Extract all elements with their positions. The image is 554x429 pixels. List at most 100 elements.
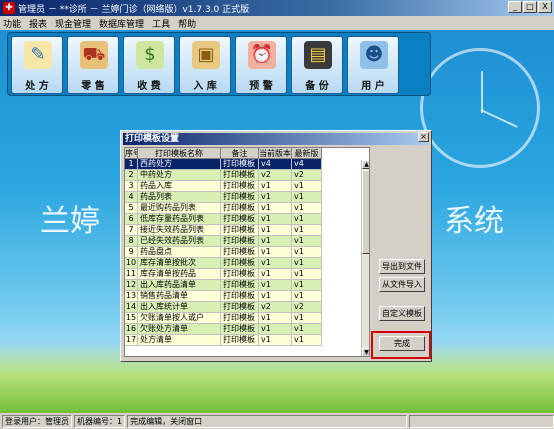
- table-cell: v1: [259, 225, 292, 236]
- table-cell: 11: [125, 269, 138, 280]
- table-row[interactable]: 6 低库存量药品列表 打印模板 v1 v1: [125, 214, 369, 225]
- table-cell: 打印模板: [221, 302, 259, 313]
- menu-help[interactable]: 帮助: [178, 17, 196, 30]
- table-row[interactable]: 8 已经失效药品列表 打印模板 v1 v1: [125, 236, 369, 247]
- table-row[interactable]: 4 药品列表 打印模板 v1 v1: [125, 192, 369, 203]
- column-header[interactable]: 序号: [125, 148, 138, 159]
- done-button[interactable]: 完成: [379, 336, 425, 351]
- table-row[interactable]: 7 接近失效药品列表 打印模板 v1 v1: [125, 225, 369, 236]
- column-header[interactable]: 当前版本: [259, 148, 292, 159]
- table-cell: v2: [292, 302, 322, 313]
- table-row[interactable]: 1 西药处方 打印模板 v4 v4: [125, 159, 369, 170]
- warning-button[interactable]: ⏰ 预 警: [235, 36, 287, 94]
- table-cell: 打印模板: [221, 269, 259, 280]
- delivery-truck-icon: ▣: [192, 41, 220, 69]
- stock-in-button[interactable]: ▣ 入 库: [179, 36, 231, 94]
- scroll-down-arrow-icon[interactable]: ▼: [362, 348, 369, 356]
- prescription-button[interactable]: ✎ 处 方: [11, 36, 63, 94]
- menu-cash[interactable]: 现金管理: [55, 17, 91, 30]
- close-button[interactable]: X: [538, 1, 552, 13]
- table-cell: 14: [125, 302, 138, 313]
- table-cell: 16: [125, 324, 138, 335]
- prescription-label: 处 方: [25, 81, 49, 92]
- table-cell: v1: [292, 291, 322, 302]
- table-cell: 6: [125, 214, 138, 225]
- import-from-file-button[interactable]: 从文件导入: [379, 277, 425, 292]
- minimize-button[interactable]: _: [508, 1, 522, 13]
- clock-decoration: [420, 48, 540, 168]
- table-row[interactable]: 17 处方清单 打印模板 v1 v1: [125, 335, 369, 346]
- table-cell: 打印模板: [221, 291, 259, 302]
- table-row[interactable]: 15 欠账清单按人或户 打印模板 v1 v1: [125, 313, 369, 324]
- table-cell: 已经失效药品列表: [138, 236, 221, 247]
- custom-template-button[interactable]: 自定义模板: [379, 306, 425, 321]
- maximize-button[interactable]: □: [523, 1, 537, 13]
- table-cell: 药品盘点: [138, 247, 221, 258]
- table-cell: v1: [292, 280, 322, 291]
- user-button[interactable]: ☻ 用 户: [347, 36, 399, 94]
- table-cell: v1: [259, 258, 292, 269]
- table-cell: v2: [259, 170, 292, 181]
- menu-tools[interactable]: 工具: [152, 17, 170, 30]
- table-cell: v1: [292, 192, 322, 203]
- status-message: 完成编辑，关闭窗口: [127, 414, 408, 428]
- charge-button[interactable]: $ 收 费: [123, 36, 175, 94]
- table-cell: 9: [125, 247, 138, 258]
- column-header[interactable]: 备注: [221, 148, 259, 159]
- retail-button[interactable]: ⛟ 零 售: [67, 36, 119, 94]
- table-cell: v4: [259, 159, 292, 170]
- status-user: 登录用户：管理员: [2, 414, 72, 428]
- table-cell: 销售药品清单: [138, 291, 221, 302]
- export-to-file-button[interactable]: 导出到文件: [379, 259, 425, 274]
- window-title: 管理员 － **诊所 － 兰婷门诊（网络版）v1.7.3.0 正式版: [18, 4, 250, 15]
- table-cell: 3: [125, 181, 138, 192]
- charge-label: 收 费: [137, 81, 161, 92]
- table-cell: 打印模板: [221, 170, 259, 181]
- table-cell: 库存清单按批次: [138, 258, 221, 269]
- table-cell: 10: [125, 258, 138, 269]
- table-row[interactable]: 10 库存清单按批次 打印模板 v1 v1: [125, 258, 369, 269]
- table-row[interactable]: 11 库存清单按药品 打印模板 v1 v1: [125, 269, 369, 280]
- table-row[interactable]: 14 出入库统计单 打印模板 v2 v2: [125, 302, 369, 313]
- app-icon: ✚: [3, 2, 15, 14]
- table-cell: 最近购药品列表: [138, 203, 221, 214]
- column-header[interactable]: 最新版: [292, 148, 322, 159]
- table-cell: v1: [292, 247, 322, 258]
- table-row[interactable]: 3 药品入库 打印模板 v1 v1: [125, 181, 369, 192]
- table-row[interactable]: 5 最近购药品列表 打印模板 v1 v1: [125, 203, 369, 214]
- table-row[interactable]: 2 中药处方 打印模板 v2 v2: [125, 170, 369, 181]
- table-cell: 打印模板: [221, 247, 259, 258]
- menu-function[interactable]: 功能: [3, 17, 21, 30]
- table-cell: v1: [292, 203, 322, 214]
- table-cell: v1: [292, 335, 322, 346]
- charge-money-icon: $: [136, 41, 164, 69]
- dialog-close-button[interactable]: ×: [418, 132, 429, 142]
- backup-button[interactable]: ▤ 备 份: [291, 36, 343, 94]
- column-header[interactable]: 打印模板名称: [138, 148, 221, 159]
- table-row[interactable]: 13 销售药品清单 打印模板 v1 v1: [125, 291, 369, 302]
- menu-reports[interactable]: 报表: [29, 17, 47, 30]
- table-cell: 打印模板: [221, 280, 259, 291]
- table-cell: v1: [292, 181, 322, 192]
- retail-label: 零 售: [81, 81, 105, 92]
- table-cell: 7: [125, 225, 138, 236]
- scroll-up-arrow-icon[interactable]: ▲: [362, 160, 369, 169]
- table-scrollbar[interactable]: ▲ ▼: [361, 160, 369, 356]
- scroll-thumb[interactable]: [362, 170, 369, 254]
- table-cell: 打印模板: [221, 225, 259, 236]
- table-cell: 打印模板: [221, 214, 259, 225]
- table-cell: 17: [125, 335, 138, 346]
- user-label: 用 户: [361, 81, 385, 92]
- table-row[interactable]: 12 出入库药品清单 打印模板 v1 v1: [125, 280, 369, 291]
- background-text-right: 系统: [444, 204, 504, 239]
- menu-database[interactable]: 数据库管理: [99, 17, 144, 30]
- table-cell: 中药处方: [138, 170, 221, 181]
- table-cell: v2: [259, 302, 292, 313]
- table-row[interactable]: 16 欠账处方清单 打印模板 v1 v1: [125, 324, 369, 335]
- table-row[interactable]: 9 药品盘点 打印模板 v1 v1: [125, 247, 369, 258]
- background-text-left: 兰婷: [40, 204, 100, 239]
- table-cell: v1: [259, 236, 292, 247]
- window-titlebar: ✚ 管理员 － **诊所 － 兰婷门诊（网络版）v1.7.3.0 正式版 _ □…: [0, 0, 554, 16]
- table-cell: v4: [292, 159, 322, 170]
- prescription-icon: ✎: [24, 41, 52, 69]
